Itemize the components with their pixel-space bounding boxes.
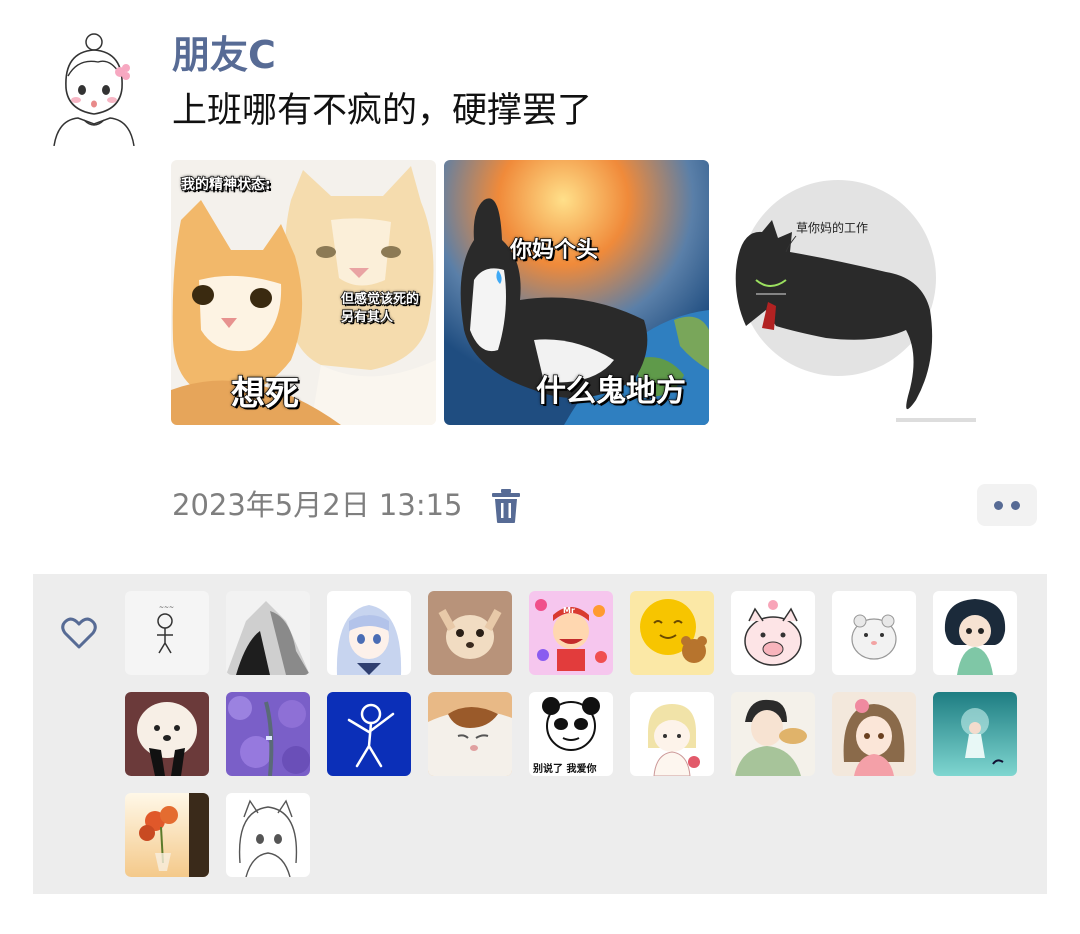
heart-icon <box>61 617 97 649</box>
liker-avatar[interactable] <box>428 692 512 776</box>
svg-text:别说了 我爱你: 别说了 我爱你 <box>532 762 596 775</box>
timestamp: 2023年5月2日 13:15 <box>172 488 463 522</box>
svg-text:Mr: Mr <box>563 606 575 615</box>
post-image-2[interactable]: 你妈个头 什么鬼地方 <box>444 160 709 425</box>
post-text: 上班哪有不疯的，硬撑罢了 <box>172 91 593 131</box>
more-dot-icon <box>994 500 1003 510</box>
image-1-caption-right-1: 但感觉该死的 <box>340 291 420 308</box>
image-1-caption-main: 想死 <box>230 373 300 415</box>
avatar[interactable] <box>48 28 140 146</box>
image-1-caption-right-2: 另有其人 <box>340 309 394 326</box>
image-2-caption-top: 你妈个头 <box>509 237 599 264</box>
username[interactable]: 朋友C <box>172 32 276 78</box>
liker-avatar[interactable] <box>731 591 815 675</box>
liker-avatar[interactable] <box>327 692 411 776</box>
liker-avatar[interactable] <box>630 692 714 776</box>
svg-text:草你妈的工作: 草你妈的工作 <box>796 220 868 235</box>
more-dot-icon <box>1011 500 1020 510</box>
liker-avatar[interactable] <box>125 793 209 877</box>
liker-avatar[interactable] <box>933 692 1017 776</box>
liker-avatar[interactable] <box>630 591 714 675</box>
trash-icon <box>492 489 520 523</box>
delete-button[interactable] <box>490 488 522 524</box>
liker-avatar[interactable]: ~~~ <box>125 591 209 675</box>
moments-post: 朋友C 上班哪有不疯的，硬撑罢了 我的精神状态: 但感觉该死的 另有其人 想死 <box>0 0 1080 934</box>
liker-avatar[interactable] <box>327 591 411 675</box>
liker-avatar[interactable] <box>832 692 916 776</box>
svg-text:~~~: ~~~ <box>159 604 174 611</box>
liker-avatar[interactable] <box>226 692 310 776</box>
post-image-1[interactable]: 我的精神状态: 但感觉该死的 另有其人 想死 <box>171 160 436 425</box>
post-image-3[interactable]: 草你妈的工作 <box>716 160 981 425</box>
liker-avatar[interactable] <box>832 591 916 675</box>
liker-avatar[interactable]: 别说了 我爱你 <box>529 692 613 776</box>
liker-avatar[interactable] <box>731 692 815 776</box>
likes-panel: ~~~ Mr 别说了 我爱你 <box>33 574 1047 894</box>
image-2-caption-main: 什么鬼地方 <box>535 373 687 410</box>
liker-avatar[interactable] <box>428 591 512 675</box>
liker-avatar[interactable] <box>125 692 209 776</box>
liker-avatar[interactable] <box>226 793 310 877</box>
liker-avatar[interactable]: Mr <box>529 591 613 675</box>
image-1-caption-top: 我的精神状态: <box>180 176 271 194</box>
liker-avatar[interactable] <box>933 591 1017 675</box>
more-actions-button[interactable] <box>977 484 1037 526</box>
liker-avatar[interactable] <box>226 591 310 675</box>
